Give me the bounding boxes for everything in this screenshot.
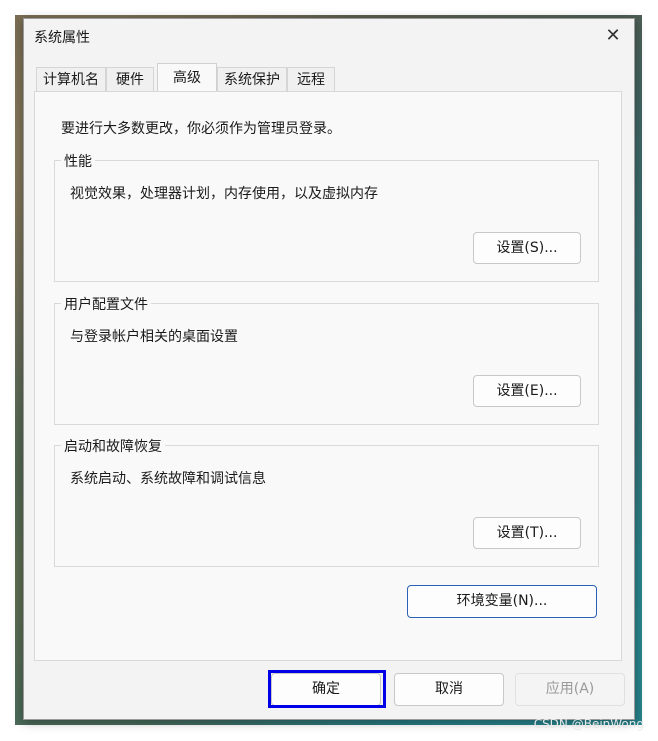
cancel-button[interactable]: 取消 xyxy=(394,673,504,706)
startup-recovery-title: 启动和故障恢复 xyxy=(61,436,165,456)
startup-recovery-settings-button[interactable]: 设置(T)... xyxy=(473,517,581,549)
performance-title: 性能 xyxy=(61,151,95,171)
environment-variables-button[interactable]: 环境变量(N)... xyxy=(407,585,597,618)
tab-system-protection[interactable]: 系统保护 xyxy=(217,67,287,91)
tab-hardware[interactable]: 硬件 xyxy=(106,67,154,91)
advanced-panel: 要进行大多数更改，你必须作为管理员登录。 性能 视觉效果，处理器计划，内存使用，… xyxy=(34,91,622,661)
tab-computer-name[interactable]: 计算机名 xyxy=(36,67,106,91)
title-bar: 系统属性 ✕ xyxy=(24,19,634,53)
tab-advanced[interactable]: 高级 xyxy=(157,63,217,91)
performance-settings-button[interactable]: 设置(S)... xyxy=(473,232,581,264)
performance-description: 视觉效果，处理器计划，内存使用，以及虚拟内存 xyxy=(70,186,378,202)
ok-button[interactable]: 确定 xyxy=(271,673,381,706)
system-properties-dialog: 系统属性 ✕ 计算机名 硬件 高级 系统保护 远程 要进行大多数更改，你必须作为… xyxy=(23,18,635,720)
user-profiles-description: 与登录帐户相关的桌面设置 xyxy=(70,329,238,345)
admin-notice: 要进行大多数更改，你必须作为管理员登录。 xyxy=(61,121,341,137)
startup-recovery-group: 启动和故障恢复 系统启动、系统故障和调试信息 设置(T)... xyxy=(54,436,599,567)
close-icon[interactable]: ✕ xyxy=(602,25,624,47)
apply-button[interactable]: 应用(A) xyxy=(515,673,625,706)
watermark: CSDN @BeinWong xyxy=(533,717,644,731)
user-profiles-group: 用户配置文件 与登录帐户相关的桌面设置 设置(E)... xyxy=(54,294,599,425)
user-profiles-settings-button[interactable]: 设置(E)... xyxy=(473,375,581,407)
startup-recovery-description: 系统启动、系统故障和调试信息 xyxy=(70,471,266,487)
performance-group: 性能 视觉效果，处理器计划，内存使用，以及虚拟内存 设置(S)... xyxy=(54,151,599,282)
window-title: 系统属性 xyxy=(34,30,90,46)
tab-remote[interactable]: 远程 xyxy=(287,67,335,91)
user-profiles-title: 用户配置文件 xyxy=(61,294,151,314)
